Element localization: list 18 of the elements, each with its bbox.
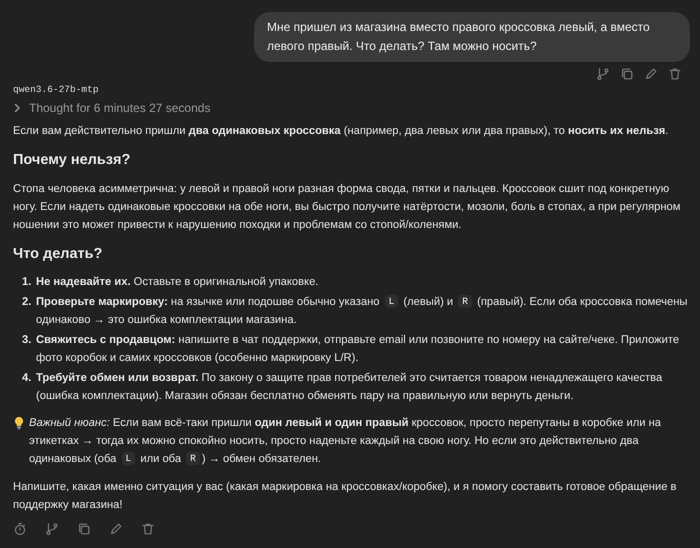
paragraph: Стопа человека асимметрична: у левой и правой ноги разная форма свода, пятки и пальцев. Кроссовок сшит под конкретную ногу. Если надеть одинаковые кроссовки на обе ноги, вы быстро получите натёртости, мозоли, боль в стопах, а при регулярном ношении это может привести к нарушению походки и проблемам со стопой/коленями. <box>13 182 682 233</box>
list-number: 4. <box>22 371 32 386</box>
paragraph: Напишите, какая именно ситуация у вас (какая маркировка на кроссовках/коробке), и я помогу составить готовое обращение в поддержку магазина! <box>13 480 678 513</box>
paragraph: Если вам действительно пришли два одинаковых кроссовка (например, два левых или два правых), то носить их нельзя. <box>13 124 670 139</box>
thought-toggle[interactable]: Thought for 6 minutes 27 seconds <box>13 99 210 117</box>
tip-paragraph: Важный нюанс: Если вам всё-таки пришли один левый и один правый кроссовок, просто перепутаны в коробке или на этикетках → тогда их можно спокойно носить, просто наденьте каждый на свою ногу. Но если это действительно два одинаковых (оба L или оба R ) → обмен обязателен. <box>29 416 662 467</box>
model-name: qwen3.6-27b-mtp <box>13 83 100 97</box>
list-item-text: Свяжитесь с продавцом: напишите в чат поддержки, отправьте email или позвоните по номеру на сайте/чеке. Приложите фото коробок и самих кроссовков (особенно маркировку L/R). <box>36 333 680 366</box>
list-item-text: Проверьте маркировку: на язычке или подошве обычно указано L (левый) и R (правый). Если оба кроссовка помечены одинаково → это ошибка комплектации магазина. <box>36 294 688 328</box>
list-number: 1. <box>22 275 32 290</box>
list-item-text: Требуйте обмен или возврат. По закону о защите прав потребителей это считается товаром ненадлежащего качества (ошибка комплектации). Магазин обязан бесплатно обменять пару на правильную или вернуть деньги. <box>36 371 664 404</box>
list-number: 3. <box>22 333 32 348</box>
list-item-text: Не надевайте их. Оставьте в оригинальной упаковке. <box>36 275 318 290</box>
list-number: 2. <box>22 295 32 310</box>
user-message: Мне пришел из магазина вместо правого кроссовка левый, а вместо левого правый. Что делать? Там можно носить? <box>254 12 690 62</box>
section-heading: Что делать? <box>13 245 104 264</box>
lightbulb-icon <box>13 416 25 430</box>
section-heading: Почему нельзя? <box>13 151 132 170</box>
